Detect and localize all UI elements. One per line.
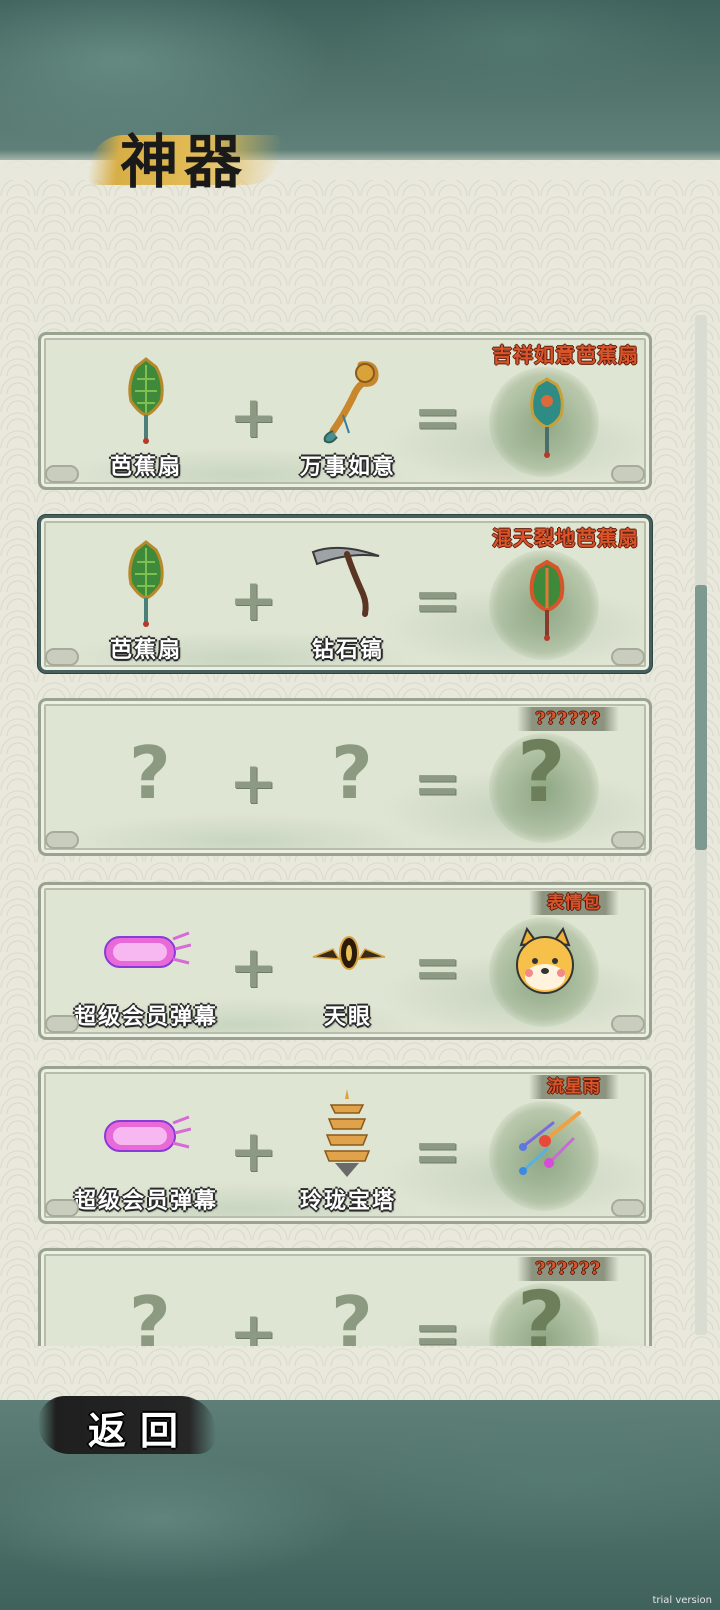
cloud-ornament xyxy=(611,648,645,666)
cloud-ornament xyxy=(45,465,79,483)
return-button[interactable]: 返回 xyxy=(38,1388,218,1464)
equals-sign: = xyxy=(413,749,462,817)
unknown-ingredient-1: ? xyxy=(129,731,171,815)
cloud-ornament xyxy=(611,1199,645,1217)
cloud-ornament xyxy=(611,465,645,483)
exquisite-pagoda-icon xyxy=(323,1089,371,1177)
diamond-pickaxe-icon xyxy=(311,546,380,617)
ingredient-name: 超级会员弹幕 xyxy=(73,1004,218,1030)
ruyi-scepter-icon xyxy=(323,361,379,444)
plus-sign: + xyxy=(229,383,278,451)
ingredient-name: 钻石镐 xyxy=(311,637,384,663)
return-label: 返回 xyxy=(88,1408,193,1453)
recipe-list[interactable]: 吉祥如意芭蕉扇 芭蕉扇 + 万事如意 = 混天裂地芭蕉扇 芭蕉扇 + 钻石镐 =… xyxy=(30,320,660,1346)
shiba-emoji-icon xyxy=(516,926,574,994)
ingredient-slot-2[interactable]: 万事如意 xyxy=(273,353,423,483)
palm-leaf-fan-icon xyxy=(128,540,164,627)
ingredient-name: 万事如意 xyxy=(299,454,396,480)
ingredient-slot-2[interactable]: 钻石镐 xyxy=(273,536,423,666)
ingredient-name: 玲珑宝塔 xyxy=(299,1188,396,1214)
cloud-ornament xyxy=(611,1015,645,1033)
ingredient-slot-1[interactable]: 芭蕉扇 xyxy=(71,536,221,666)
plus-sign: + xyxy=(229,1117,278,1185)
cloud-ornament xyxy=(45,1015,79,1033)
scroll-thumb[interactable] xyxy=(695,585,707,850)
result-fan-icon xyxy=(530,377,564,458)
unknown-ingredient-2: ? xyxy=(331,731,373,815)
palm-leaf-fan-icon xyxy=(128,357,164,444)
ingredient-slot-1[interactable]: 超级会员弹幕 xyxy=(71,903,221,1033)
recipe-card-locked[interactable]: ?????? ? + ? = ? xyxy=(38,698,652,856)
ingredient-name: 超级会员弹幕 xyxy=(73,1188,218,1214)
ingredient-slot-2[interactable]: 天眼 xyxy=(273,903,423,1033)
ingredient-slot-2[interactable]: 玲珑宝塔 xyxy=(273,1087,423,1217)
page-title: 神器 xyxy=(120,128,249,196)
result-name: 吉祥如意芭蕉扇 xyxy=(492,343,639,367)
unknown-result: ? xyxy=(517,1273,566,1346)
equals-sign: = xyxy=(413,383,462,451)
recipe-card[interactable]: 表情包 超级会员弹幕 + 天眼 = xyxy=(38,882,652,1040)
recipe-card[interactable]: 吉祥如意芭蕉扇 芭蕉扇 + 万事如意 = xyxy=(38,332,652,490)
heavenly-eye-icon xyxy=(312,936,386,970)
equals-sign: = xyxy=(413,1117,462,1185)
ingredient-name: 芭蕉扇 xyxy=(109,637,182,663)
ingredient-name: 天眼 xyxy=(323,1004,372,1030)
plus-sign: + xyxy=(229,1299,278,1346)
equals-sign: = xyxy=(413,566,462,634)
equals-sign: = xyxy=(413,1299,462,1346)
plus-sign: + xyxy=(229,566,278,634)
meteor-shower-icon xyxy=(519,1111,581,1175)
cloud-ornament xyxy=(611,831,645,849)
result-name: 流星雨 xyxy=(529,1075,619,1099)
cloud-ornament xyxy=(45,648,79,666)
plus-sign: + xyxy=(229,933,278,1001)
unknown-result: ? xyxy=(517,723,566,821)
scrollbar[interactable] xyxy=(695,315,707,1335)
watermark: trial version xyxy=(652,1595,712,1606)
cloud-ornament xyxy=(45,1199,79,1217)
page-title-banner: 神器 xyxy=(80,105,300,205)
plus-sign: + xyxy=(229,749,278,817)
recipe-card[interactable]: 流星雨 超级会员弹幕 + 玲珑宝塔 = xyxy=(38,1066,652,1224)
cloud-ornament xyxy=(45,831,79,849)
recipe-card-locked[interactable]: ?????? ? + ? = ? xyxy=(38,1248,652,1346)
unknown-ingredient-2: ? xyxy=(331,1281,373,1346)
recipe-card[interactable]: 混天裂地芭蕉扇 芭蕉扇 + 钻石镐 = xyxy=(38,515,652,673)
ingredient-slot-1[interactable]: 芭蕉扇 xyxy=(71,353,221,483)
super-vip-danmaku-icon xyxy=(104,931,191,968)
super-vip-danmaku-icon xyxy=(104,1115,191,1152)
equals-sign: = xyxy=(413,933,462,1001)
result-fan-icon xyxy=(529,559,565,641)
ingredient-name: 芭蕉扇 xyxy=(109,454,182,480)
result-name: 混天裂地芭蕉扇 xyxy=(492,526,639,550)
unknown-ingredient-1: ? xyxy=(129,1281,171,1346)
result-name: 表情包 xyxy=(529,891,619,915)
ingredient-slot-1[interactable]: 超级会员弹幕 xyxy=(71,1087,221,1217)
